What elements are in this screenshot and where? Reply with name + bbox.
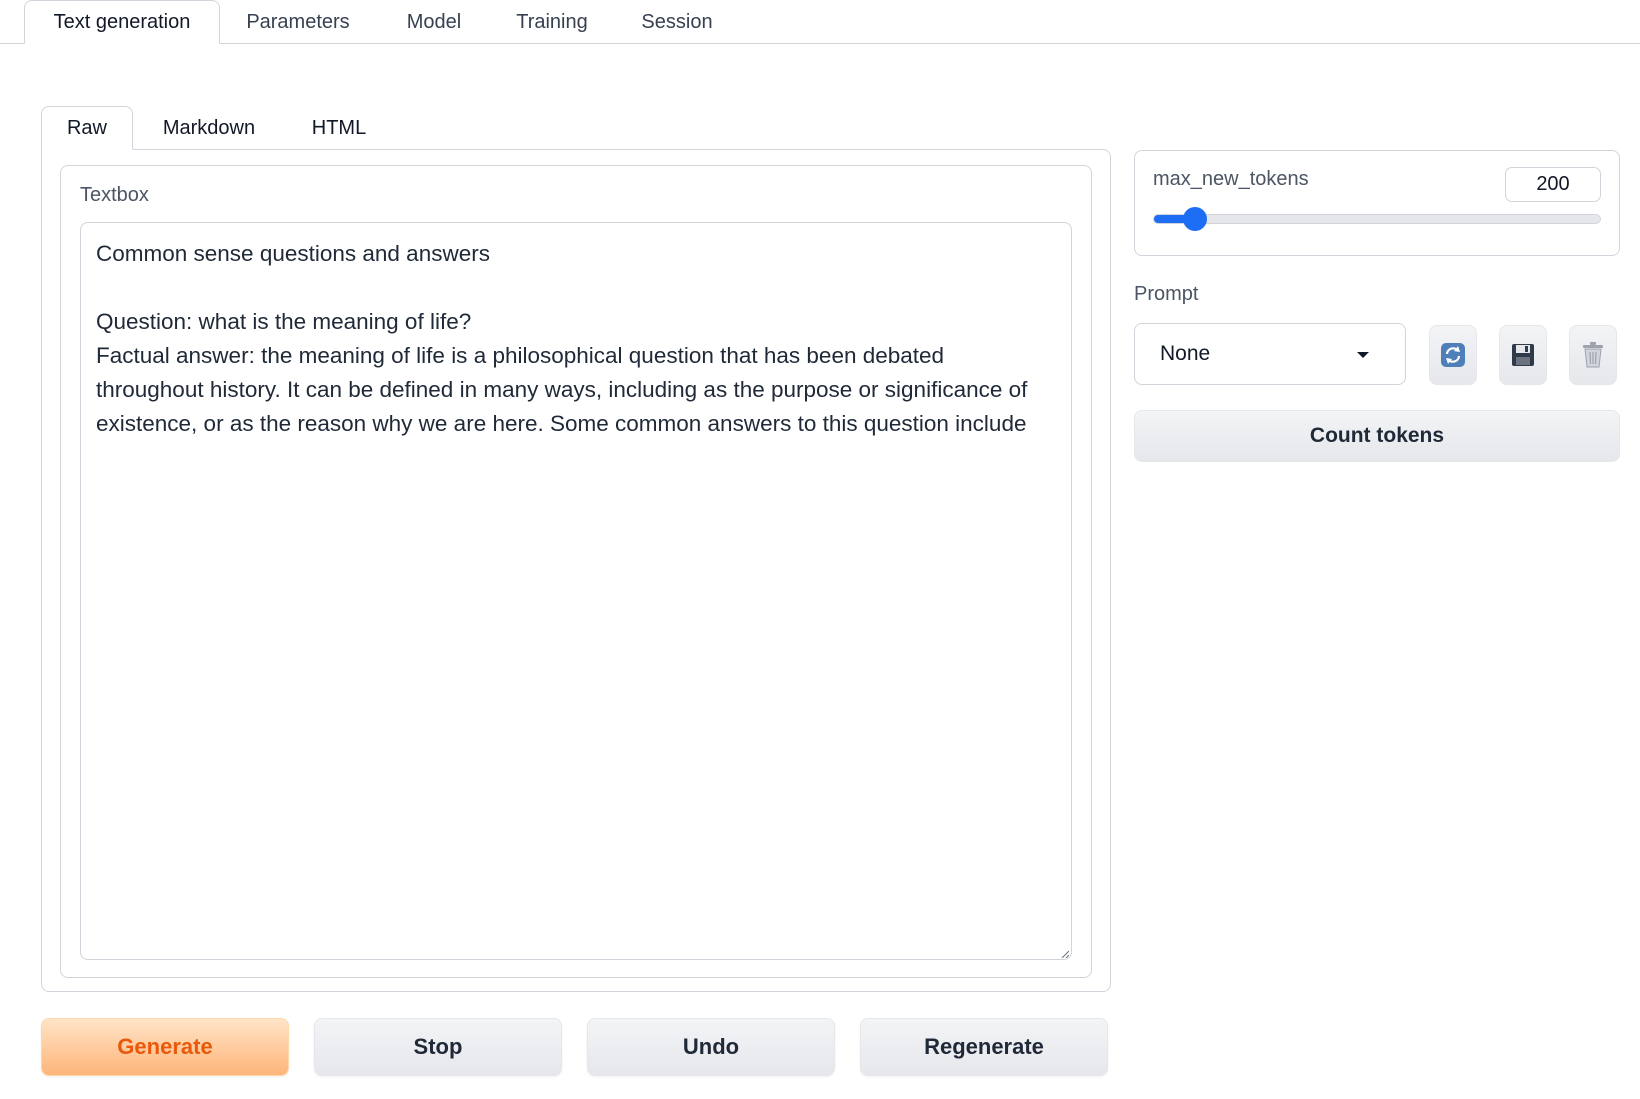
undo-button[interactable]: Undo <box>587 1018 835 1076</box>
tab-raw[interactable]: Raw <box>41 106 133 150</box>
max-new-tokens-label: max_new_tokens <box>1153 168 1309 190</box>
max-new-tokens-block <box>1134 150 1620 256</box>
stop-button[interactable]: Stop <box>314 1018 562 1076</box>
refresh-button[interactable] <box>1429 325 1477 385</box>
textbox-label: Textbox <box>80 184 149 206</box>
prompt-label: Prompt <box>1134 283 1199 305</box>
tab-parameters[interactable]: Parameters <box>222 0 374 44</box>
slider-thumb[interactable] <box>1182 207 1207 231</box>
tab-model[interactable]: Model <box>384 0 484 44</box>
max-new-tokens-slider[interactable] <box>1153 214 1601 224</box>
save-icon <box>1512 344 1534 366</box>
delete-button[interactable] <box>1569 325 1617 385</box>
resize-handle-icon[interactable] <box>1061 950 1069 958</box>
tab-training[interactable]: Training <box>494 0 610 44</box>
prompt-dropdown[interactable]: None <box>1134 323 1406 385</box>
generate-button[interactable]: Generate <box>41 1018 289 1076</box>
tab-session[interactable]: Session <box>620 0 734 44</box>
refresh-icon <box>1441 343 1465 367</box>
tab-text-generation[interactable]: Text generation <box>24 0 220 44</box>
textbox-input[interactable]: Common sense questions and answers Quest… <box>80 222 1072 960</box>
max-new-tokens-input[interactable]: 200 <box>1505 167 1601 202</box>
save-button[interactable] <box>1499 325 1547 385</box>
chevron-down-icon <box>1357 352 1369 358</box>
tab-markdown[interactable]: Markdown <box>144 106 274 150</box>
trash-icon <box>1583 342 1603 368</box>
tab-html[interactable]: HTML <box>294 106 384 150</box>
count-tokens-button[interactable]: Count tokens <box>1134 410 1620 462</box>
prompt-selected-value: None <box>1160 342 1211 365</box>
regenerate-button[interactable]: Regenerate <box>860 1018 1108 1076</box>
top-tab-bar: Text generation Parameters Model Trainin… <box>0 0 1640 44</box>
